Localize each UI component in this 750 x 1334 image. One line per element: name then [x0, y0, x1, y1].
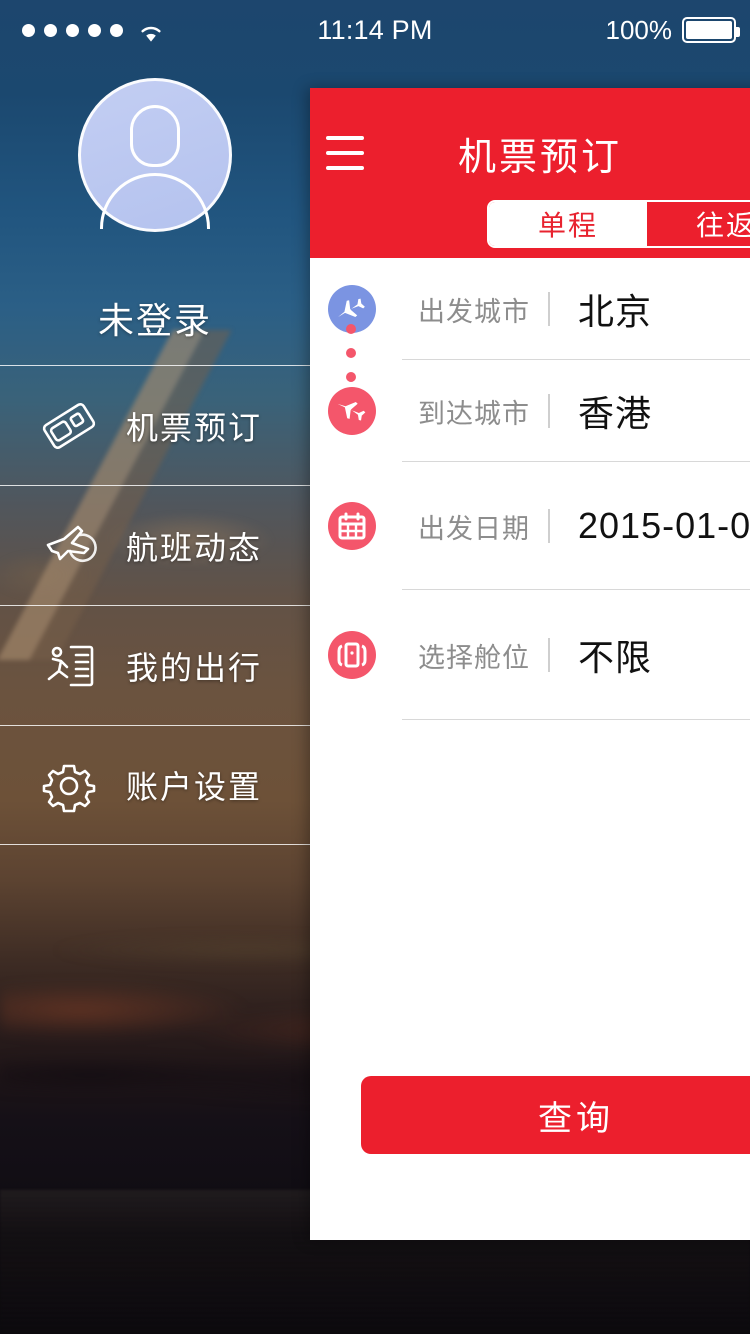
status-bar: 11:14 PM 100%	[0, 0, 750, 60]
airplane-status-icon	[38, 515, 100, 577]
tab-round-trip[interactable]: 往返	[647, 202, 750, 246]
field-value[interactable]: 香港	[578, 385, 652, 437]
field-separator	[548, 509, 550, 543]
field-value[interactable]: 不限	[578, 629, 652, 681]
avatar-head	[130, 105, 180, 167]
sidebar-menu: 机票预订 航班动态 我的出行 账户设置	[0, 365, 310, 845]
ticket-icon	[38, 395, 100, 457]
tab-one-way[interactable]: 单程	[489, 202, 647, 246]
field-label: 出发城市	[418, 296, 530, 327]
calendar-icon	[328, 502, 376, 550]
battery-icon	[682, 17, 740, 43]
field-label: 出发日期	[418, 513, 530, 544]
airplane-arrival-icon	[328, 387, 376, 435]
login-status-label[interactable]: 未登录	[0, 292, 310, 344]
sidebar-item-flight-booking[interactable]: 机票预订	[0, 365, 310, 485]
sidebar-item-label: 账户设置	[126, 769, 263, 805]
sidebar-item-label: 航班动态	[126, 529, 263, 566]
field-value[interactable]: 北京	[578, 283, 652, 335]
my-trips-icon	[38, 635, 100, 697]
field-departure-city[interactable]: 出发城市 北京	[310, 258, 750, 360]
sidebar-item-my-trips[interactable]: 我的出行	[0, 605, 310, 725]
user-avatar-icon[interactable]	[78, 78, 232, 232]
sidebar-item-label: 我的出行	[126, 649, 263, 686]
field-separator	[548, 292, 550, 326]
page-title: 机票预订	[457, 137, 622, 179]
avatar-container[interactable]	[0, 78, 310, 232]
panel-header: 机票预订 单程 往返	[310, 88, 750, 258]
field-departure-date[interactable]: 出发日期 2015-01-07	[310, 462, 750, 590]
trip-type-segmented-control[interactable]: 单程 往返	[487, 200, 750, 248]
status-bar-time: 11:14 PM	[317, 14, 433, 45]
gear-icon	[38, 754, 100, 816]
sidebar-item-flight-status[interactable]: 航班动态	[0, 485, 310, 605]
field-separator	[548, 638, 550, 672]
field-underline	[402, 719, 750, 720]
field-label: 选择舱位	[418, 642, 530, 673]
search-button[interactable]: 查询	[361, 1076, 750, 1154]
field-arrival-city[interactable]: 到达城市 香港	[310, 360, 750, 462]
field-label: 到达城市	[418, 398, 530, 429]
sidebar-item-account-settings[interactable]: 账户设置	[0, 725, 310, 845]
sidebar: 未登录 机票预订 航班动态 我的出行 账户设置	[0, 60, 310, 1334]
booking-form: 出发城市 北京 到达城市 香港 出发日期 2015-01-0 选择舱位 不限	[310, 258, 750, 720]
field-cabin-class[interactable]: 选择舱位 不限	[310, 590, 750, 720]
sidebar-item-label: 机票预订	[126, 409, 263, 446]
field-value[interactable]: 2015-01-07	[578, 505, 750, 547]
seat-icon	[328, 631, 376, 679]
avatar-body	[100, 173, 210, 229]
field-separator	[548, 394, 550, 428]
booking-panel: 机票预订 单程 往返 出发城市 北京 到达城市 香港 出发日期 2015-01-…	[310, 88, 750, 1240]
